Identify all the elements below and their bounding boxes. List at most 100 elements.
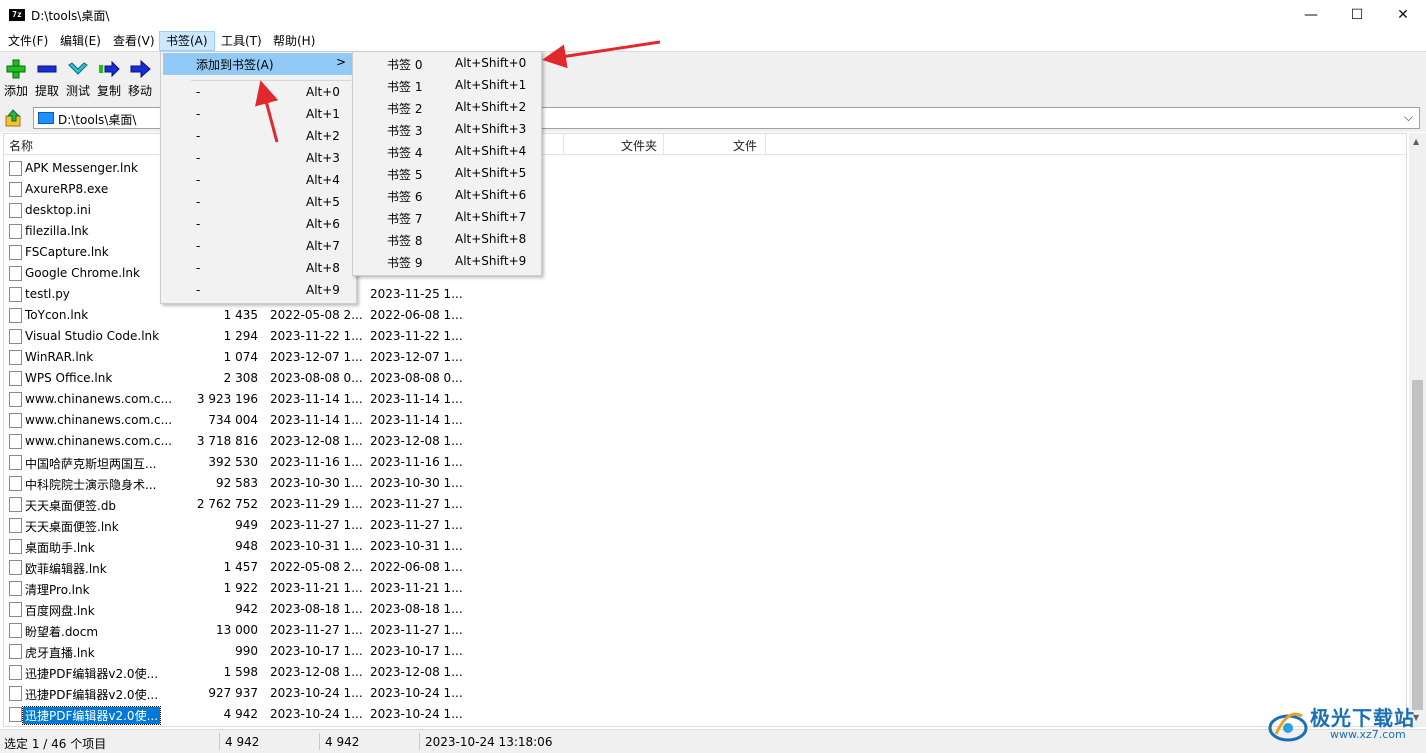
file-size: 942 [235, 602, 258, 616]
column-name[interactable]: 名称 [9, 137, 33, 154]
chevron-down-icon[interactable]: ⌵ [1404, 110, 1413, 125]
file-size: 1 598 [223, 665, 258, 679]
file-name: 迅捷PDF编辑器v2.0使... [21, 706, 162, 725]
file-icon [9, 707, 22, 722]
table-row[interactable]: 中国哈萨克斯坦两国互... 392 530 2023-11-16 1... 2023-… [4, 452, 464, 473]
submenu-arrow-icon: > [335, 55, 346, 69]
menu-file[interactable]: 文件(F) [2, 32, 54, 50]
minimize-button[interactable]: — [1288, 0, 1334, 30]
file-icon [9, 203, 22, 218]
scroll-thumb[interactable] [1412, 380, 1423, 710]
move-arrow-icon [129, 58, 151, 80]
file-name: www.chinanews.com.c... [25, 434, 173, 448]
check-icon [67, 58, 89, 80]
bookmark-shortcut: Alt+7 [306, 239, 340, 253]
table-row[interactable]: ToYcon.lnk 1 435 2022-05-08 2... 2022-06-08… [4, 305, 464, 326]
table-row[interactable]: 迅捷PDF编辑器v2.0使... 1 598 2023-12-08 1... 2023… [4, 662, 464, 683]
menu-tools[interactable]: 工具(T) [215, 32, 268, 50]
copy-button[interactable]: 复制 [94, 56, 124, 99]
bookmark-item[interactable]: - Alt+0 [163, 82, 354, 104]
file-size: 734 004 [208, 413, 258, 427]
add-bookmark-slot[interactable]: 书签 5 Alt+Shift+5 [355, 163, 539, 185]
close-button[interactable]: ✕ [1380, 0, 1426, 30]
scroll-up-icon[interactable]: ▲ [1413, 137, 1419, 146]
table-row[interactable]: www.chinanews.com.c... 734 004 2023-11-14 … [4, 410, 464, 431]
table-row[interactable]: Visual Studio Code.lnk 1 294 2023-11-22 1.… [4, 326, 464, 347]
bookmark-item[interactable]: - Alt+6 [163, 214, 354, 236]
add-button[interactable]: 添加 [1, 56, 31, 99]
add-bookmark-slot[interactable]: 书签 9 Alt+Shift+9 [355, 251, 539, 273]
table-row[interactable]: 迅捷PDF编辑器v2.0使... 927 937 2023-10-24 1... 20… [4, 683, 464, 704]
table-row[interactable]: 清理Pro.lnk 1 922 2023-11-21 1... 2023-11-21 … [4, 578, 464, 599]
maximize-button[interactable]: ☐ [1334, 0, 1380, 30]
column-folders[interactable]: 文件夹 [621, 137, 657, 154]
column-divider [765, 134, 766, 154]
file-name: 清理Pro.lnk [25, 583, 90, 597]
file-created: 2023-11-14 1... [370, 392, 463, 406]
file-name: WinRAR.lnk [25, 350, 94, 364]
bookmark-item[interactable]: - Alt+2 [163, 126, 354, 148]
bookmark-item[interactable]: - Alt+1 [163, 104, 354, 126]
file-name: 欧菲编辑器.lnk [25, 562, 107, 576]
menu-bookmarks[interactable]: 书签(A) [159, 31, 215, 51]
table-row[interactable]: www.chinanews.com.c... 3 923 196 2023-11-1… [4, 389, 464, 410]
add-bookmark-slot[interactable]: 书签 8 Alt+Shift+8 [355, 229, 539, 251]
add-to-bookmark-item[interactable]: 添加到书签(A) > [163, 53, 354, 75]
file-modified: 2023-11-16 1... [270, 455, 363, 469]
add-bookmark-slot[interactable]: 书签 6 Alt+Shift+6 [355, 185, 539, 207]
bookmark-item[interactable]: - Alt+9 [163, 280, 354, 302]
test-button[interactable]: 测试 [63, 56, 93, 99]
table-row[interactable]: 盼望着.docm 13 000 2023-11-27 1... 2023-11-27 … [4, 620, 464, 641]
address-path: D:\tools\桌面\ [58, 113, 137, 127]
add-bookmark-slot[interactable]: 书签 4 Alt+Shift+4 [355, 141, 539, 163]
file-icon [9, 245, 22, 260]
bookmark-item[interactable]: - Alt+5 [163, 192, 354, 214]
file-icon [9, 329, 22, 344]
column-files[interactable]: 文件 [733, 137, 757, 154]
slot-label: 书签 7 [387, 212, 423, 226]
move-button[interactable]: 移动 [125, 56, 155, 99]
table-row[interactable]: 中科院院士演示隐身术... 92 583 2023-10-30 1... 2023-1… [4, 473, 464, 494]
table-row[interactable]: WinRAR.lnk 1 074 2023-12-07 1... 2023-12-07… [4, 347, 464, 368]
add-bookmark-slot[interactable]: 书签 1 Alt+Shift+1 [355, 75, 539, 97]
bookmark-item[interactable]: - Alt+7 [163, 236, 354, 258]
slot-label: 书签 2 [387, 102, 423, 116]
table-row[interactable]: www.chinanews.com.c... 3 718 816 2023-12-0… [4, 431, 464, 452]
extract-button[interactable]: 提取 [32, 56, 62, 99]
add-bookmark-slot[interactable]: 书签 0 Alt+Shift+0 [355, 53, 539, 75]
menu-view[interactable]: 查看(V) [107, 32, 161, 50]
file-created: 2023-11-16 1... [370, 455, 463, 469]
table-row[interactable]: 桌面助手.lnk 948 2023-10-31 1... 2023-10-31 1..… [4, 536, 464, 557]
add-bookmark-slot[interactable]: 书签 3 Alt+Shift+3 [355, 119, 539, 141]
vertical-scrollbar[interactable]: ▲ ▼ [1409, 133, 1426, 727]
table-row[interactable]: 百度网盘.lnk 942 2023-08-18 1... 2023-08-18 1..… [4, 599, 464, 620]
slot-shortcut: Alt+Shift+9 [455, 254, 527, 268]
bookmark-label: - [196, 195, 201, 209]
table-row[interactable]: WPS Office.lnk 2 308 2023-08-08 0... 2023-0… [4, 368, 464, 389]
up-folder-button[interactable] [4, 108, 24, 128]
file-created: 2023-11-21 1... [370, 581, 463, 595]
table-row[interactable]: 天天桌面便签.lnk 949 2023-11-27 1... 2023-11-27 1… [4, 515, 464, 536]
table-row[interactable]: 欧菲编辑器.lnk 1 457 2022-05-08 2... 2022-06-08 … [4, 557, 464, 578]
status-divider [419, 733, 420, 750]
file-size: 1 435 [223, 308, 258, 322]
slot-shortcut: Alt+Shift+2 [455, 100, 527, 114]
menu-edit[interactable]: 编辑(E) [54, 32, 107, 50]
menu-help[interactable]: 帮助(H) [267, 32, 321, 50]
table-row[interactable]: 迅捷PDF编辑器v2.0使... 4 942 2023-10-24 1... 2023… [4, 704, 464, 725]
slot-shortcut: Alt+Shift+5 [455, 166, 527, 180]
add-bookmark-submenu: 书签 0 Alt+Shift+0 书签 1 Alt+Shift+1 书签 2 Alt+Sh… [352, 51, 542, 276]
bookmark-item[interactable]: - Alt+4 [163, 170, 354, 192]
file-created: 2023-08-18 1... [370, 602, 463, 616]
status-datetime: 2023-10-24 13:18:06 [425, 735, 553, 749]
app-icon: 7z [9, 9, 25, 21]
file-modified: 2023-11-22 1... [270, 329, 363, 343]
bookmark-item[interactable]: - Alt+3 [163, 148, 354, 170]
add-bookmark-slot[interactable]: 书签 2 Alt+Shift+2 [355, 97, 539, 119]
table-row[interactable]: 虎牙直播.lnk 990 2023-10-17 1... 2023-10-17 1..… [4, 641, 464, 662]
file-created: 2023-08-08 0... [370, 371, 463, 385]
table-row[interactable]: 天天桌面便签.db 2 762 752 2023-11-29 1... 2023-11… [4, 494, 464, 515]
slot-label: 书签 6 [387, 190, 423, 204]
bookmark-item[interactable]: - Alt+8 [163, 258, 354, 280]
add-bookmark-slot[interactable]: 书签 7 Alt+Shift+7 [355, 207, 539, 229]
